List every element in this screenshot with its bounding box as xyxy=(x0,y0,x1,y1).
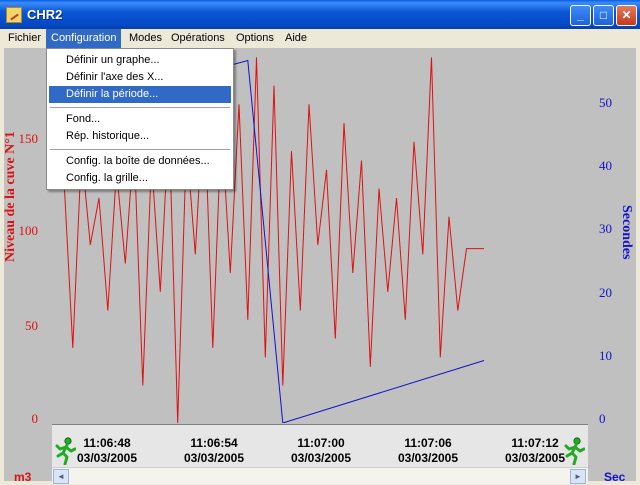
time-label-time: 11:07:00 xyxy=(297,436,345,450)
left-axis-title: Niveau de la cuve N°1 xyxy=(3,131,18,262)
left-axis-unit: m3 xyxy=(14,470,32,484)
right-axis-title: Secondes xyxy=(619,205,634,260)
right-tick-label: 0 xyxy=(599,411,606,426)
menu-separator xyxy=(50,149,230,150)
menu-item-rep-historique[interactable]: Rép. historique... xyxy=(49,128,231,145)
menu-item-fond[interactable]: Fond... xyxy=(49,111,231,128)
left-tick-label: 0 xyxy=(31,411,39,426)
menu-item-definir-axe-x[interactable]: Définir l'axe des X... xyxy=(49,69,231,86)
menu-aide[interactable]: Aide xyxy=(280,29,312,48)
menu-modes[interactable]: Modes xyxy=(124,29,167,48)
time-label-time: 11:06:54 xyxy=(190,436,238,450)
horizontal-scrollbar[interactable]: ◄ ► xyxy=(52,467,588,484)
minimize-button[interactable]: _ xyxy=(570,5,591,26)
right-tick-label: 10 xyxy=(599,348,612,363)
time-axis-label: 11:06:54 03/03/2005 xyxy=(169,436,259,466)
menu-separator xyxy=(50,107,230,108)
time-label-time: 11:07:06 xyxy=(404,436,452,450)
right-tick-label: 20 xyxy=(599,285,612,300)
app-window: CHR2 _ □ ✕ Fichier Configuration Modes O… xyxy=(0,0,640,485)
right-tick-label: 30 xyxy=(599,221,612,236)
time-axis-label: 11:07:06 03/03/2005 xyxy=(383,436,473,466)
maximize-button[interactable]: □ xyxy=(593,5,614,26)
app-icon[interactable] xyxy=(6,7,22,23)
menu-item-config-boite-donnees[interactable]: Config. la boîte de données... xyxy=(49,153,231,170)
time-axis: 11:06:48 03/03/2005 11:06:54 03/03/2005 … xyxy=(52,424,588,468)
time-label-date: 03/03/2005 xyxy=(183,451,245,465)
time-label-date: 03/03/2005 xyxy=(290,451,352,465)
menu-bar: Fichier Configuration Modes Opérations O… xyxy=(0,29,640,48)
title-bar[interactable]: CHR2 _ □ ✕ xyxy=(0,0,640,29)
right-axis-unit: Sec xyxy=(604,470,626,484)
right-tick-label: 40 xyxy=(599,158,612,173)
close-button[interactable]: ✕ xyxy=(616,5,637,26)
menu-configuration[interactable]: Configuration xyxy=(46,29,122,48)
menu-operations[interactable]: Opérations xyxy=(166,29,230,48)
left-tick-label: 50 xyxy=(25,318,38,333)
window-title: CHR2 xyxy=(27,7,63,22)
right-tick-label: 50 xyxy=(599,95,612,110)
menu-options[interactable]: Options xyxy=(231,29,279,48)
time-label-date: 03/03/2005 xyxy=(397,451,459,465)
menu-item-definir-graphe[interactable]: Définir un graphe... xyxy=(49,52,231,69)
menu-item-definir-periode[interactable]: Définir la période... xyxy=(49,86,231,103)
menu-item-config-grille[interactable]: Config. la grille... xyxy=(49,170,231,187)
running-man-icon[interactable] xyxy=(563,437,585,465)
configuration-dropdown-menu: Définir un graphe... Définir l'axe des X… xyxy=(46,48,234,190)
menu-fichier[interactable]: Fichier xyxy=(3,29,46,48)
scroll-right-button[interactable]: ► xyxy=(570,469,586,484)
running-man-icon[interactable] xyxy=(54,437,76,465)
time-axis-label: 11:07:00 03/03/2005 xyxy=(276,436,366,466)
scroll-left-button[interactable]: ◄ xyxy=(53,469,69,484)
